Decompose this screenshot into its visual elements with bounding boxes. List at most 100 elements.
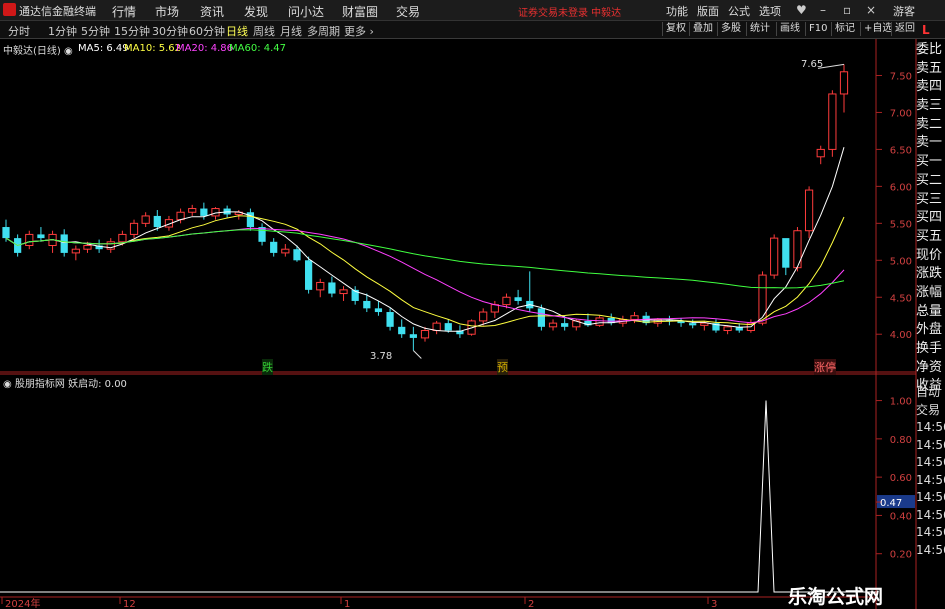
skin-icon[interactable]: ♥ [796, 3, 807, 17]
tick-time[interactable]: 14:56 [916, 507, 945, 525]
side-label[interactable]: 买一 [916, 153, 945, 172]
close-icon[interactable]: × [866, 3, 876, 17]
trade-side-panel: 自动交易14:5614:5614:5614:5614:5614:5614:561… [916, 384, 945, 559]
side-label[interactable]: 卖一 [916, 134, 945, 153]
quote-side-panel: 委比 卖五 卖四 卖三 卖二 卖一 买一 买二 买三 买四 买五 现价 涨跌 涨幅 总量 外盘 换手 净资 收益 [916, 41, 945, 396]
menu-faxian[interactable]: 发现 [244, 3, 268, 20]
side-label[interactable]: 涨幅 [916, 284, 945, 303]
f10-button[interactable]: F10 [805, 22, 827, 36]
ma20-line [5, 227, 845, 324]
add-watchlist-button[interactable]: +自选 [860, 22, 892, 36]
tick-time[interactable]: 14:56 [916, 472, 945, 490]
menu-hangqing[interactable]: 行情 [112, 3, 136, 20]
side-label[interactable]: 卖三 [916, 97, 945, 116]
candle-up [188, 208, 197, 213]
side-label[interactable]: 买二 [916, 172, 945, 191]
side-label[interactable]: 卖四 [916, 78, 945, 97]
statistics-button[interactable]: 统计 [746, 22, 770, 36]
tick-time[interactable]: 14:56 [916, 542, 945, 560]
side-label[interactable]: 净资 [916, 359, 945, 378]
side-label[interactable]: 卖二 [916, 116, 945, 135]
price-tick-label: 4.00 [890, 330, 912, 341]
side-label[interactable]: 涨跌 [916, 265, 945, 284]
side-label[interactable]: 现价 [916, 247, 945, 266]
menu-gongneng[interactable]: 功能 [666, 3, 688, 19]
menu-zixun[interactable]: 资讯 [200, 3, 224, 20]
overlay-button[interactable]: 叠加 [689, 22, 713, 36]
period-weekly[interactable]: 周线 [253, 23, 275, 39]
ind-tick-label: 0.20 [890, 550, 912, 561]
side-label[interactable]: 委比 [916, 41, 945, 60]
menu-jiaoyi[interactable]: 交易 [396, 3, 420, 20]
ind-tick-label: 0.80 [890, 435, 912, 446]
side-label[interactable]: 买四 [916, 209, 945, 228]
period-60min[interactable]: 60分钟 [189, 23, 225, 39]
period-monthly[interactable]: 月线 [280, 23, 302, 39]
candle-down [328, 282, 336, 294]
tick-time[interactable]: 14:56 [916, 419, 945, 437]
candle-up [25, 233, 34, 247]
kline-chart[interactable]: 7.50 7.00 6.50 6.00 5.50 5.00 4.50 4.00 1.00 0.8… [0, 39, 945, 609]
x-tick-label: 1 [344, 599, 350, 609]
menu-shichang[interactable]: 市场 [155, 3, 179, 20]
price-tick-label: 6.50 [890, 145, 912, 156]
period-fenshi[interactable]: 分时 [8, 23, 30, 39]
candle-up [816, 148, 825, 158]
fuquan-button[interactable]: 复权 [662, 22, 686, 36]
draw-line-button[interactable]: 画线 [776, 22, 800, 36]
period-15min[interactable]: 15分钟 [114, 23, 150, 39]
menu-gongshi[interactable]: 公式 [728, 3, 750, 19]
candle-down [561, 323, 569, 327]
candle-up [723, 326, 732, 332]
login-status: 证券交易未登录 中毅达 [518, 8, 622, 19]
period-daily[interactable]: 日线 [226, 23, 248, 39]
tick-time[interactable]: 14:56 [916, 437, 945, 455]
period-more[interactable]: 更多 › [344, 23, 374, 39]
multi-stock-button[interactable]: 多股 [717, 22, 741, 36]
menu-caifuquan[interactable]: 财富圈 [342, 3, 378, 20]
side-label[interactable]: 卖五 [916, 60, 945, 79]
menu-xuanxiang[interactable]: 选项 [759, 3, 781, 19]
ma60-label: MA60: 4.47 [229, 43, 287, 54]
candle-up [548, 322, 558, 328]
period-multi[interactable]: 多周期 [307, 23, 340, 39]
low-price-label: 3.78 [370, 351, 393, 362]
price-tick-label: 7.50 [890, 71, 912, 82]
candle-up [630, 315, 639, 320]
chart-toggle-icon[interactable]: ◉ [64, 46, 73, 57]
candle-down [37, 234, 45, 239]
menu-banmian[interactable]: 版面 [697, 3, 719, 19]
guest-user[interactable]: 游客 [893, 3, 915, 19]
candle-down [689, 323, 697, 326]
back-button[interactable]: 返回 [891, 22, 915, 36]
candle-up [758, 274, 767, 324]
indicator-title: ◉ 股朋指标网 妖启动: 0.00 [3, 375, 127, 390]
period-1min[interactable]: 1分钟 [48, 23, 77, 39]
minimize-icon[interactable]: – [820, 3, 826, 17]
ind-tick-label: 0.40 [890, 511, 912, 522]
tick-time[interactable]: 14:56 [916, 489, 945, 507]
candle-down [409, 334, 417, 338]
side-label[interactable]: 买三 [916, 191, 945, 210]
tick-time[interactable]: 14:56 [916, 524, 945, 542]
period-30min[interactable]: 30分钟 [152, 23, 188, 39]
ma5-label: MA5: 6.49 [78, 43, 129, 54]
side-label[interactable]: 换手 [916, 340, 945, 359]
candle-up [141, 215, 150, 224]
candle-up [339, 289, 348, 295]
period-toolbar: 分时 1分钟 5分钟 15分钟 30分钟 60分钟 日线 周线 月线 多周期 更… [0, 21, 945, 39]
trade-mode-label[interactable]: 自动 [916, 384, 945, 402]
mark-button[interactable]: 标记 [831, 22, 855, 36]
indicator-toggle-icon[interactable]: ◉ [3, 379, 12, 390]
trade-mode-label[interactable]: 交易 [916, 402, 945, 420]
menu-wenxiaoda[interactable]: 问小达 [288, 3, 324, 20]
ind-tick-label: 0.60 [890, 473, 912, 484]
side-label[interactable]: 买五 [916, 228, 945, 247]
period-5min[interactable]: 5分钟 [81, 23, 110, 39]
maximize-icon[interactable]: ▫ [843, 3, 851, 17]
ma10-label: MA10: 5.62 [124, 43, 182, 54]
tick-time[interactable]: 14:56 [916, 454, 945, 472]
side-label[interactable]: 外盘 [916, 321, 945, 340]
side-label[interactable]: 总量 [916, 303, 945, 322]
app-title: 通达信金融终端 [19, 5, 96, 18]
